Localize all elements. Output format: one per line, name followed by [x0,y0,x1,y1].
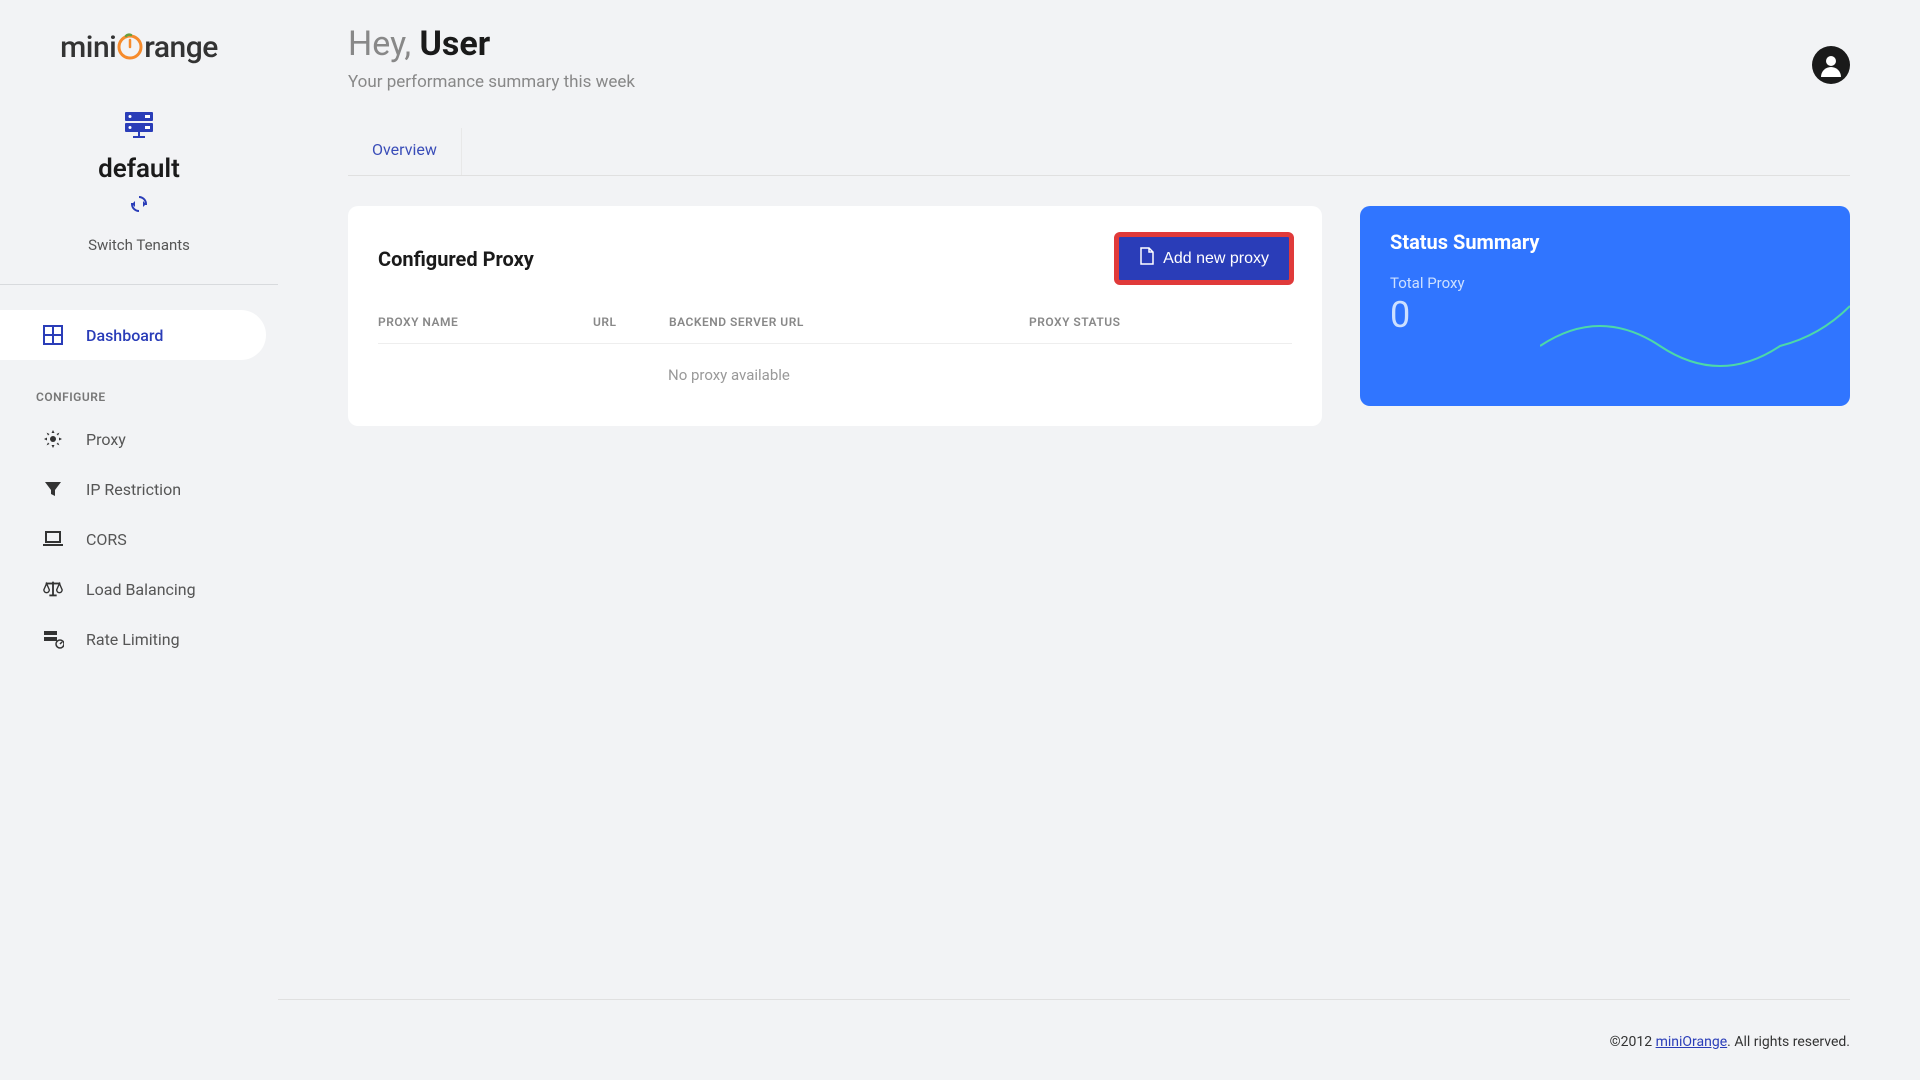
scale-icon [42,578,64,600]
status-title: Status Summary [1390,230,1820,254]
column-url: URL [593,315,669,329]
column-proxy-name: PROXY NAME [378,315,593,329]
server-icon [0,110,278,140]
sidebar-item-label: Load Balancing [86,580,196,599]
logo[interactable]: minirange [0,0,278,85]
sidebar-item-label: Proxy [86,430,126,449]
gear-icon [42,428,64,450]
footer-link[interactable]: miniOrange [1656,1034,1728,1050]
filter-icon [42,478,64,500]
avatar[interactable] [1812,46,1850,84]
sidebar-item-label: Dashboard [86,326,163,345]
header: Hey, User Your performance summary this … [348,0,1850,92]
empty-message: No proxy available [378,344,1292,384]
main: Hey, User Your performance summary this … [278,0,1920,1080]
footer: ©2012 miniOrange. All rights reserved. [1610,1034,1850,1050]
nav-section: Dashboard CONFIGURE Proxy IP Restriction… [0,285,278,664]
sidebar-item-dashboard[interactable]: Dashboard [0,310,266,360]
sidebar: minirange default Switch Tenants Dashboa… [0,0,278,1080]
sidebar-item-label: IP Restriction [86,480,181,499]
column-status: PROXY STATUS [1029,315,1292,329]
status-label: Total Proxy [1390,274,1820,292]
switch-tenants-link[interactable]: Switch Tenants [0,236,278,254]
grid-icon [42,324,64,346]
tenant-section: default Switch Tenants [0,85,278,284]
sidebar-item-rate-limiting[interactable]: Rate Limiting [0,614,278,664]
greeting: Hey, User [348,24,635,64]
tab-overview[interactable]: Overview [348,128,462,175]
footer-divider [278,999,1850,1000]
laptop-icon [42,528,64,550]
card-title: Configured Proxy [378,247,534,271]
configured-proxy-card: Configured Proxy Add new proxy PROXY NAM… [348,206,1322,426]
sidebar-item-ip-restriction[interactable]: IP Restriction [0,464,278,514]
wave-decoration [1540,296,1850,396]
document-icon [1139,247,1155,270]
content: Configured Proxy Add new proxy PROXY NAM… [348,206,1850,426]
logo-text: minirange [60,30,218,65]
rate-limit-icon [42,628,64,650]
nav-section-label: CONFIGURE [0,360,278,414]
sidebar-item-label: Rate Limiting [86,630,180,649]
column-backend: BACKEND SERVER URL [669,315,1029,329]
add-new-proxy-button[interactable]: Add new proxy [1116,234,1292,283]
sidebar-item-label: CORS [86,530,127,549]
sidebar-item-proxy[interactable]: Proxy [0,414,278,464]
tabs: Overview [348,128,1850,176]
sidebar-item-cors[interactable]: CORS [0,514,278,564]
table-header: PROXY NAME URL BACKEND SERVER URL PROXY … [378,307,1292,344]
sidebar-item-load-balancing[interactable]: Load Balancing [0,564,278,614]
status-summary-card: Status Summary Total Proxy 0 [1360,206,1850,406]
tenant-name: default [0,154,278,184]
subtitle: Your performance summary this week [348,72,635,92]
sync-icon[interactable] [129,194,149,218]
